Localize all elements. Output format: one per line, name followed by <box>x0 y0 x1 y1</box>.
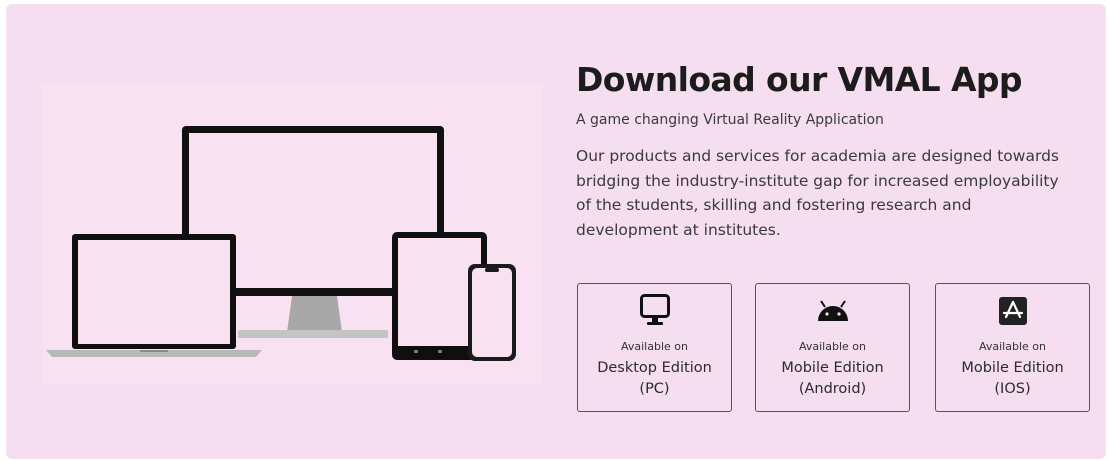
devices-illustration <box>42 84 542 384</box>
monitor-icon <box>578 292 731 330</box>
edition-name: Mobile Edition <box>781 360 884 376</box>
available-label: Available on <box>799 340 866 353</box>
android-edition-button[interactable]: Available on Mobile Edition (Android) <box>755 283 910 412</box>
android-icon <box>756 292 909 330</box>
laptop-screen <box>78 240 230 344</box>
tablet-button-1 <box>414 350 418 353</box>
page-subtitle: A game changing Virtual Reality Applicat… <box>576 112 884 128</box>
platform-name: (PC) <box>639 381 670 397</box>
monitor-stand <box>287 296 342 332</box>
platform-name: (Android) <box>798 381 867 397</box>
monitor-base <box>238 330 388 338</box>
hero-content: Download our VMAL App A game changing Vi… <box>576 58 1096 242</box>
available-label: Available on <box>621 340 688 353</box>
ios-edition-button[interactable]: Available on Mobile Edition (IOS) <box>935 283 1090 412</box>
available-label: Available on <box>979 340 1046 353</box>
edition-label: Mobile Edition (Android) <box>756 358 909 400</box>
laptop-notch <box>140 350 168 352</box>
download-options: Available on Desktop Edition (PC) Availa… <box>577 283 1091 412</box>
phone-notch <box>485 268 499 272</box>
download-section: Download our VMAL App A game changing Vi… <box>6 4 1106 459</box>
phone-screen <box>472 268 512 357</box>
tablet-button-2 <box>438 350 442 353</box>
desktop-edition-button[interactable]: Available on Desktop Edition (PC) <box>577 283 732 412</box>
edition-label: Desktop Edition (PC) <box>578 358 731 400</box>
page-description: Our products and services for academia a… <box>576 147 1059 239</box>
platform-name: (IOS) <box>994 381 1031 397</box>
edition-label: Mobile Edition (IOS) <box>936 358 1089 400</box>
page-title: Download our VMAL App <box>576 60 1023 99</box>
edition-name: Desktop Edition <box>597 360 712 376</box>
app-store-icon <box>936 292 1089 330</box>
edition-name: Mobile Edition <box>961 360 1064 376</box>
devices-image <box>46 126 516 361</box>
